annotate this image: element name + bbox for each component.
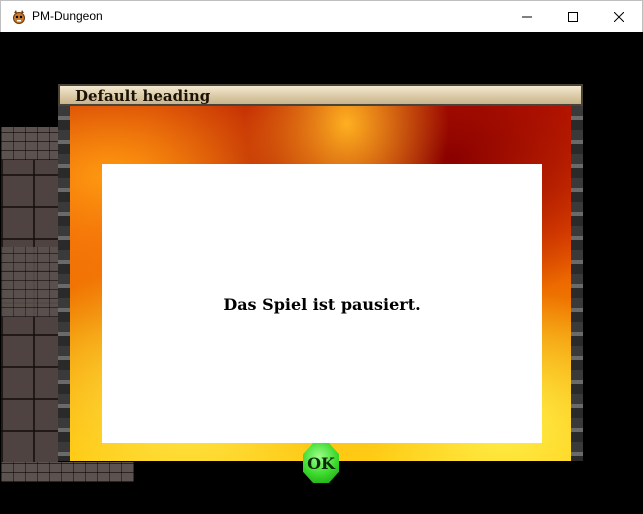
app-icon xyxy=(11,9,27,25)
maximize-icon xyxy=(567,11,578,22)
dialog-header: Default heading xyxy=(58,84,583,106)
rock-border-right xyxy=(571,106,583,461)
rock-border-left xyxy=(58,106,70,461)
game-viewport[interactable]: Default heading Das Spiel ist pausiert. … xyxy=(1,32,642,513)
message-panel: Das Spiel ist pausiert. xyxy=(102,164,542,443)
pause-message: Das Spiel ist pausiert. xyxy=(223,295,421,314)
dialog-heading: Default heading xyxy=(75,87,211,105)
game-window: PM-Dungeon Default heading Das Spiel ist… xyxy=(0,0,643,514)
title-bar[interactable]: PM-Dungeon xyxy=(0,0,643,32)
dungeon-wall-bottom xyxy=(1,462,134,482)
close-button[interactable] xyxy=(596,1,641,32)
window-title: PM-Dungeon xyxy=(32,9,103,23)
pause-dialog: Default heading Das Spiel ist pausiert. … xyxy=(58,84,583,483)
minimize-button[interactable] xyxy=(504,1,549,32)
ok-button[interactable]: OK xyxy=(303,443,339,483)
minimize-icon xyxy=(521,12,532,22)
dungeon-wall xyxy=(1,127,58,160)
dungeon-wall-segment xyxy=(1,247,58,317)
ok-label: OK xyxy=(307,453,335,473)
close-icon xyxy=(613,11,624,22)
maximize-button[interactable] xyxy=(550,1,595,32)
